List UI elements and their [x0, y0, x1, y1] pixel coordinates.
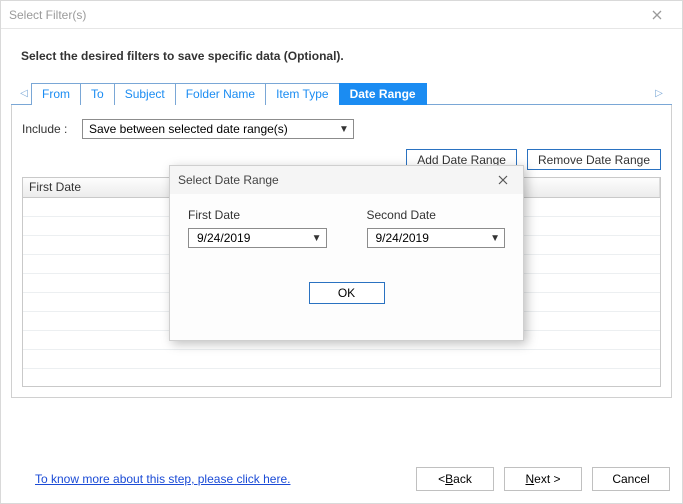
chevron-down-icon: ▼ — [312, 233, 324, 244]
first-date-value: 9/24/2019 — [197, 231, 250, 245]
chevron-down-icon: ▼ — [490, 233, 502, 244]
first-date-label: First Date — [188, 208, 327, 222]
second-date-value: 9/24/2019 — [376, 231, 429, 245]
modal-body: First Date 9/24/2019 ▼ Second Date 9/24/… — [170, 194, 523, 340]
ok-button[interactable]: OK — [309, 282, 385, 304]
second-date-picker[interactable]: 9/24/2019 ▼ — [367, 228, 506, 248]
close-icon — [498, 175, 508, 185]
modal-titlebar: Select Date Range — [170, 166, 523, 194]
select-filters-window: Select Filter(s) Select the desired filt… — [0, 0, 683, 504]
second-date-label: Second Date — [367, 208, 506, 222]
modal-close-button[interactable] — [491, 173, 515, 188]
modal-title: Select Date Range — [178, 173, 279, 187]
select-date-range-dialog: Select Date Range First Date 9/24/2019 ▼… — [169, 165, 524, 341]
first-date-picker[interactable]: 9/24/2019 ▼ — [188, 228, 327, 248]
